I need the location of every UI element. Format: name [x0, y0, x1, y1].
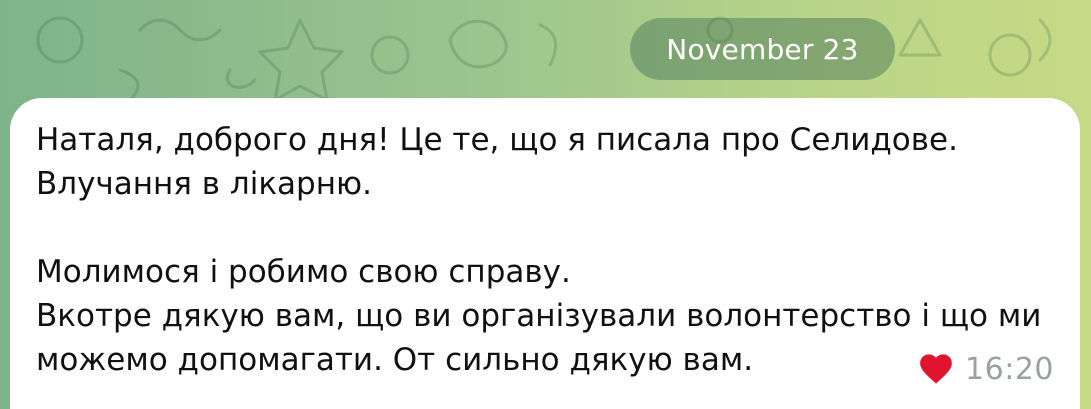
- message-line: Молимося і робимо свою справу.: [36, 254, 571, 290]
- message-line: Влучання в лікарню.: [36, 166, 372, 202]
- message-line: можемо допомагати. От сильно дякую вам.: [36, 342, 754, 378]
- date-separator: November 23: [630, 18, 895, 80]
- message-line: Вкотре дякую вам, що ви організували вол…: [36, 298, 1042, 334]
- message-text: Наталя, доброго дня! Це те, що я писала …: [36, 118, 1056, 382]
- message-line: [36, 206, 1056, 250]
- message-bubble[interactable]: Наталя, доброго дня! Це те, що я писала …: [10, 98, 1080, 409]
- message-line: Наталя, доброго дня! Це те, що я писала …: [36, 122, 958, 158]
- date-label: November 23: [666, 32, 859, 66]
- heart-icon[interactable]: [917, 350, 955, 388]
- message-meta: 16:20: [917, 350, 1054, 388]
- message-time: 16:20: [965, 351, 1054, 387]
